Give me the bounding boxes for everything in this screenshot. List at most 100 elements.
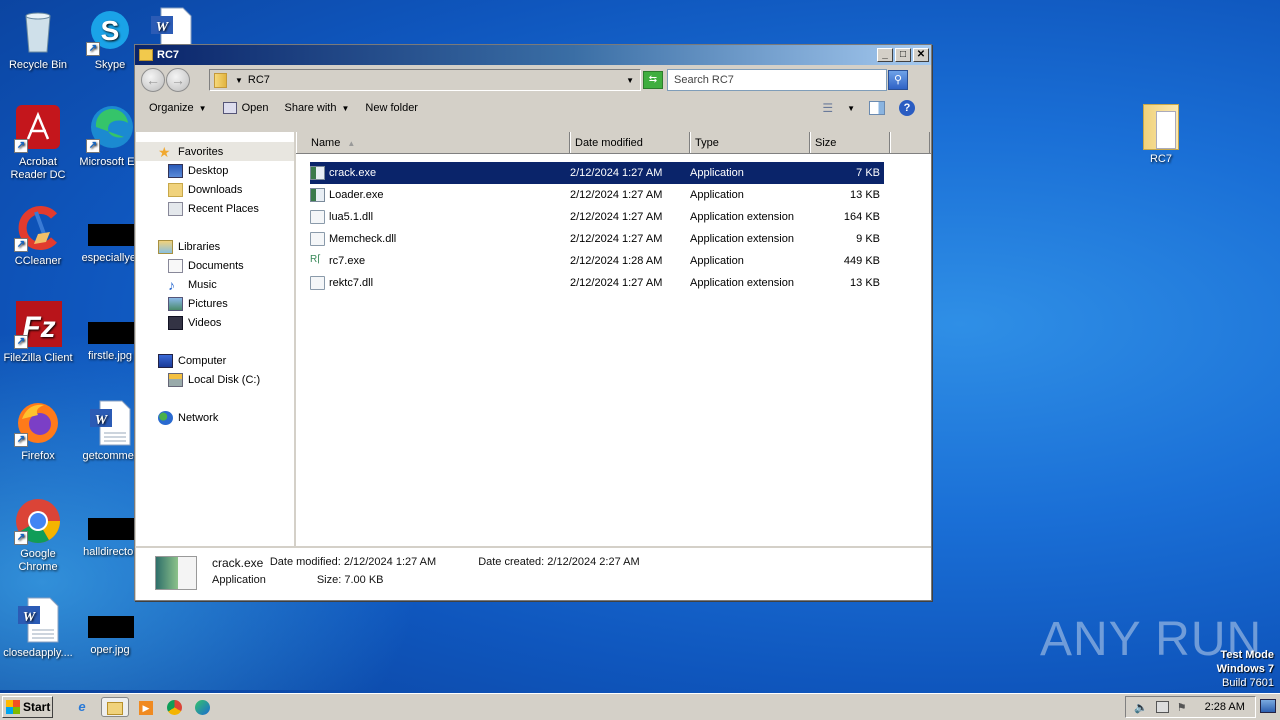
details-file-type: Application [212, 574, 266, 586]
search-icon[interactable]: ⚲ [888, 70, 908, 90]
pictures-icon [168, 296, 183, 311]
file-row[interactable]: R⌈ rc7.exe 2/12/2024 1:28 AM Application 449… [310, 250, 884, 272]
downloads-icon [168, 182, 183, 197]
desktop-icon-recycle-bin[interactable]: Recycle Bin [0, 8, 76, 72]
forward-button[interactable]: → [166, 68, 190, 92]
sidebar-item-downloads[interactable]: Downloads [136, 180, 294, 199]
column-header-size[interactable]: Size [810, 132, 890, 153]
file-size-cell: 7 KB [856, 167, 880, 179]
taskbar: Start e ▶ 🔈 ⚑ 2:28 AM [0, 693, 1280, 720]
file-date-cell: 2/12/2024 1:27 AM [570, 189, 663, 201]
command-bar: Organize ▼ Open Share with ▼ New folder ☰ … [135, 95, 931, 121]
start-button[interactable]: Start [2, 696, 53, 718]
internet-explorer-icon[interactable]: e [71, 697, 93, 717]
sidebar-item-libraries[interactable]: Libraries [136, 237, 294, 256]
column-header-date-modified[interactable]: Date modified [570, 132, 690, 153]
desktop-icon-filezilla[interactable]: Fz ↗ FileZilla Client [0, 301, 76, 365]
redacted-thumbnail [88, 224, 134, 246]
view-dropdown-icon[interactable]: ▼ [847, 104, 855, 113]
desktop-icon [168, 163, 183, 178]
preview-pane-icon[interactable] [869, 101, 885, 115]
explorer-taskbar-button[interactable] [101, 697, 129, 717]
column-header-type[interactable]: Type [690, 132, 810, 153]
sidebar-item-computer[interactable]: Computer [136, 351, 294, 370]
network-status-icon[interactable] [1155, 701, 1169, 713]
exe-file-icon [310, 166, 325, 180]
action-center-flag-icon[interactable]: ⚑ [1177, 701, 1187, 714]
title-bar[interactable]: RC7 _ □ ✕ [135, 45, 931, 65]
details-modified: Date modified: 2/12/2024 1:27 AM [269, 556, 437, 568]
skype-icon: S ↗ [86, 8, 134, 56]
back-button[interactable]: ← [141, 68, 165, 92]
desktop-icon-closedapply[interactable]: W closedapply.... [0, 596, 76, 660]
file-row[interactable]: rektc7.dll 2/12/2024 1:27 AM Application e… [310, 272, 884, 294]
address-dropdown-icon[interactable]: ▼ [626, 76, 634, 85]
chrome-taskbar-icon[interactable] [163, 697, 185, 717]
sidebar-item-network[interactable]: Network [136, 408, 294, 427]
desktop-icon-firefox[interactable]: ↗ Firefox [0, 399, 76, 463]
sidebar-item-pictures[interactable]: Pictures [136, 294, 294, 313]
sidebar-item-documents[interactable]: Documents [136, 256, 294, 275]
file-type-cell: Application extension [690, 211, 794, 223]
sidebar-item-videos[interactable]: Videos [136, 313, 294, 332]
file-row[interactable]: Memcheck.dll 2/12/2024 1:27 AM Application… [310, 228, 884, 250]
clock[interactable]: 2:28 AM [1205, 701, 1245, 713]
share-with-button[interactable]: Share with ▼ [284, 102, 349, 114]
edge-icon: ↗ [86, 105, 134, 153]
file-date-cell: 2/12/2024 1:27 AM [570, 167, 663, 179]
address-bar[interactable]: ▼ RC7 ▼ [209, 69, 641, 91]
file-date-cell: 2/12/2024 1:27 AM [570, 277, 663, 289]
file-type-cell: Application [690, 255, 744, 267]
breadcrumb-chevron-icon[interactable]: ▼ [235, 76, 243, 85]
show-desktop-button[interactable] [1260, 699, 1276, 713]
column-headers: Name ▲ Date modified Type Size [296, 132, 931, 154]
open-icon [222, 102, 237, 114]
volume-icon[interactable]: 🔈 [1134, 701, 1148, 714]
ccleaner-icon: ↗ [14, 204, 62, 252]
file-list: crack.exe 2/12/2024 1:27 AM Application 7 K… [296, 154, 931, 294]
window-title: RC7 [157, 49, 180, 61]
close-button[interactable]: ✕ [913, 48, 929, 62]
column-header-name[interactable]: Name ▲ [296, 132, 570, 153]
column-header-empty [890, 132, 930, 153]
sidebar-item-desktop[interactable]: Desktop [136, 161, 294, 180]
minimize-button[interactable]: _ [877, 48, 893, 62]
breadcrumb-rc7[interactable]: RC7 [248, 74, 270, 86]
chevron-down-icon: ▼ [341, 103, 350, 113]
desktop-icon-chrome[interactable]: ↗ Google Chrome [0, 497, 76, 574]
desktop-icon-oper[interactable]: oper.jpg [72, 616, 148, 657]
videos-icon [168, 315, 183, 330]
sidebar-item-favorites[interactable]: ★ Favorites [136, 142, 294, 161]
file-size-cell: 13 KB [850, 189, 880, 201]
file-name-cell: Memcheck.dll [310, 232, 570, 246]
sidebar-item-local-disk[interactable]: Local Disk (C:) [136, 370, 294, 389]
folder-icon [214, 72, 227, 88]
organize-button[interactable]: Organize ▼ [149, 102, 207, 114]
maximize-button[interactable]: □ [895, 48, 911, 62]
file-row[interactable]: crack.exe 2/12/2024 1:27 AM Application 7 K… [310, 162, 884, 184]
media-player-icon[interactable]: ▶ [135, 697, 157, 717]
search-input[interactable]: Search RC7 [667, 69, 887, 91]
desktop-icon-ccleaner[interactable]: ↗ CCleaner [0, 204, 76, 268]
file-row[interactable]: Loader.exe 2/12/2024 1:27 AM Application 13… [310, 184, 884, 206]
file-row[interactable]: lua5.1.dll 2/12/2024 1:27 AM Application e… [310, 206, 884, 228]
navigation-pane: ★ Favorites Desktop Downloads Recent Plac… [136, 132, 296, 546]
chevron-down-icon: ▼ [198, 103, 207, 113]
refresh-icon[interactable]: ⇆ [643, 71, 663, 89]
edge-taskbar-icon[interactable] [191, 697, 213, 717]
desktop-icon-acrobat[interactable]: ↗ Acrobat Reader DC [0, 105, 76, 182]
sidebar-item-recent-places[interactable]: Recent Places [136, 199, 294, 218]
explorer-window: RC7 _ □ ✕ ← → ▼ RC7 ▼ ⇆ Search RC7 ⚲ Org… [134, 44, 932, 601]
file-size-cell: 9 KB [856, 233, 880, 245]
new-folder-button[interactable]: New folder [365, 102, 418, 114]
view-options-icon[interactable]: ☰ [822, 101, 833, 115]
desktop-icon-rc7[interactable]: RC7 [1138, 104, 1184, 165]
local-disk-icon [168, 372, 183, 387]
sidebar-item-music[interactable]: ♪ Music [136, 275, 294, 294]
folder-icon [107, 702, 123, 716]
help-icon[interactable]: ? [899, 100, 915, 116]
file-name-cell: Loader.exe [310, 188, 570, 202]
open-button[interactable]: Open [222, 102, 268, 114]
svg-text:S: S [101, 15, 120, 46]
redacted-thumbnail [88, 518, 134, 540]
